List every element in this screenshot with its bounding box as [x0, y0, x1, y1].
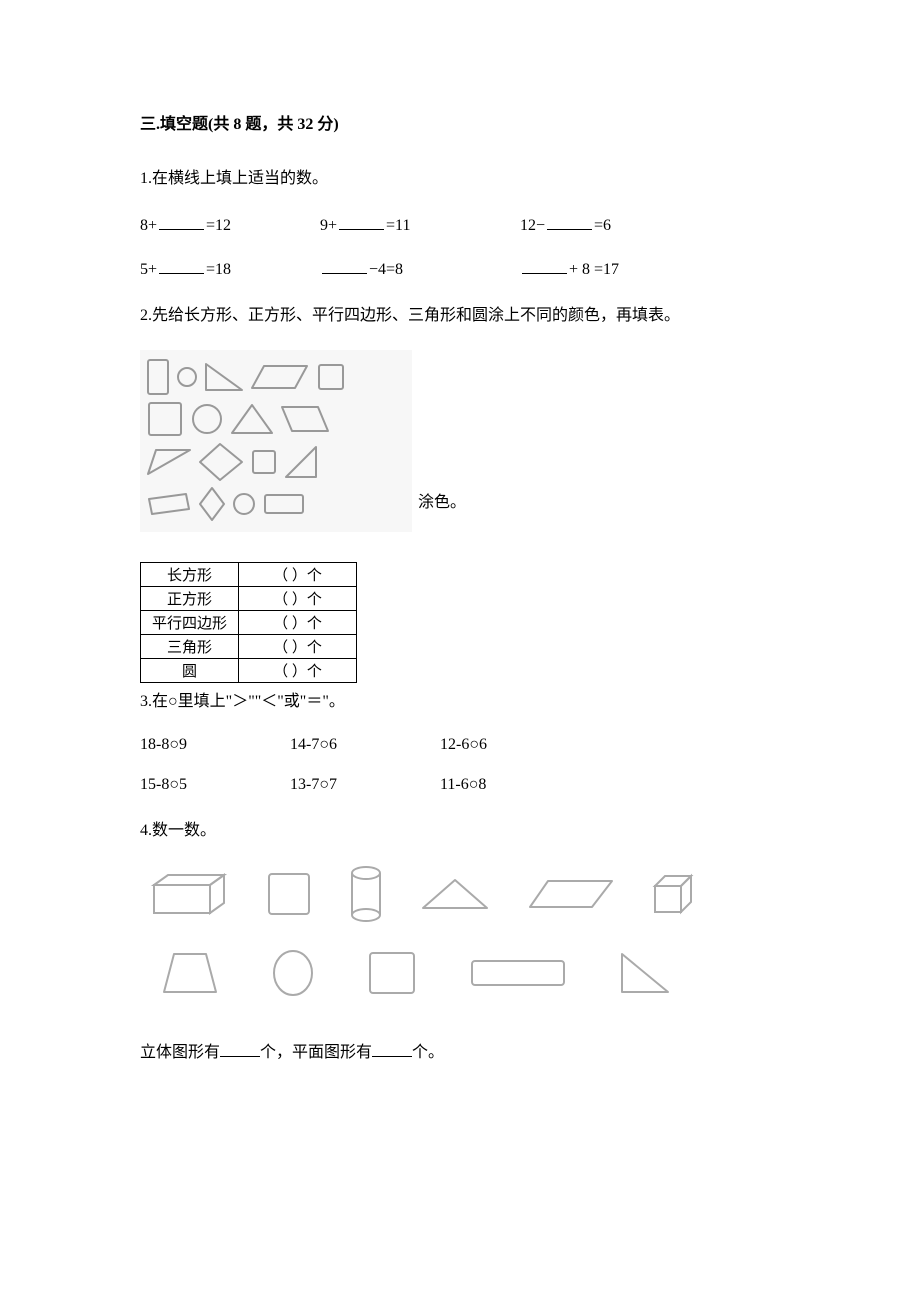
circle-icon	[270, 948, 316, 998]
q4-sentence: 立体图形有个，平面图形有个。	[140, 1038, 790, 1062]
rectangle-icon	[468, 957, 568, 989]
q2-table-blank-5[interactable]: （ ）个	[239, 659, 357, 683]
q4-shapes	[140, 865, 790, 998]
q4-prompt: 4.数一数。	[140, 816, 790, 840]
q2-table-blank-2[interactable]: （ ）个	[239, 587, 357, 611]
table-row: 正方形（ ）个	[141, 587, 357, 611]
q1-prompt: 1.在横线上填上适当的数。	[140, 164, 790, 188]
rectangle-icon	[146, 491, 192, 517]
q3-prompt: 3.在○里填上"＞""＜"或"＝"。	[140, 687, 790, 711]
q3-row-1: 18-8○9 14-7○6 12-6○6	[140, 736, 790, 754]
parallelogram-icon	[250, 363, 310, 391]
q1-blank-6[interactable]	[522, 257, 567, 274]
q2-table-blank-4[interactable]: （ ）个	[239, 635, 357, 659]
table-row: 长方形（ ）个	[141, 563, 357, 587]
q1-item-3: 12− =6	[520, 213, 611, 235]
triangle-icon	[204, 362, 244, 392]
section-number: 三	[140, 116, 156, 133]
q2-table-blank-1[interactable]: （ ）个	[239, 563, 357, 587]
q1-item-6: + 8 =17	[520, 257, 619, 279]
square-icon	[316, 362, 346, 392]
parallelogram-icon	[280, 404, 330, 434]
q2-color-label: 涂色。	[418, 488, 466, 512]
q1-item-4: 5+ =18	[140, 257, 320, 279]
square-icon	[250, 448, 278, 476]
q3-item-4[interactable]: 15-8○5	[140, 776, 290, 794]
circle-icon	[176, 366, 198, 388]
section-title: 填空题	[160, 116, 208, 133]
cylinder-icon	[348, 865, 384, 923]
triangle-icon	[284, 445, 318, 479]
triangle-icon	[419, 876, 491, 912]
q2-shapes-box	[140, 350, 412, 532]
q1-blank-2[interactable]	[339, 213, 384, 230]
triangle-icon	[146, 447, 192, 477]
rectangle-icon	[146, 358, 170, 396]
cuboid-icon	[150, 871, 230, 917]
q1-row-2: 5+ =18 −4=8 + 8 =17	[140, 257, 790, 279]
rectangle-icon	[262, 492, 306, 516]
q1-row-1: 8+ =12 9+ =11 12− =6	[140, 213, 790, 235]
square-icon	[366, 949, 418, 997]
parallelogram-icon	[198, 442, 244, 482]
trapezoid-icon	[160, 950, 220, 996]
parallelogram-icon	[198, 486, 226, 522]
q2-table-blank-3[interactable]: （ ）个	[239, 611, 357, 635]
square-icon	[265, 870, 313, 918]
table-row: 三角形（ ）个	[141, 635, 357, 659]
q1-blank-4[interactable]	[159, 257, 204, 274]
q2-table: 长方形（ ）个 正方形（ ）个 平行四边形（ ）个 三角形（ ）个 圆（ ）个	[140, 562, 357, 683]
q1-item-2: 9+ =11	[320, 213, 520, 235]
section-count: 共 8 题，共 32 分	[213, 116, 333, 133]
q1-item-5: −4=8	[320, 257, 520, 279]
circle-icon	[190, 402, 224, 436]
q1-blank-3[interactable]	[547, 213, 592, 230]
q1-blank-1[interactable]	[159, 213, 204, 230]
table-row: 圆（ ）个	[141, 659, 357, 683]
q1-blank-5[interactable]	[322, 257, 367, 274]
q3-item-1[interactable]: 18-8○9	[140, 736, 290, 754]
q3-item-6[interactable]: 11-6○8	[440, 776, 590, 794]
q1-item-1: 8+ =12	[140, 213, 320, 235]
section-header: 三.填空题(共 8 题，共 32 分)	[140, 110, 790, 134]
cube-icon	[651, 872, 695, 916]
q3-row-2: 15-8○5 13-7○7 11-6○8	[140, 776, 790, 794]
table-row: 平行四边形（ ）个	[141, 611, 357, 635]
circle-icon	[232, 492, 256, 516]
parallelogram-icon	[526, 876, 616, 912]
q3-item-5[interactable]: 13-7○7	[290, 776, 440, 794]
square-icon	[146, 400, 184, 438]
q2-prompt: 2.先给长方形、正方形、平行四边形、三角形和圆涂上不同的颜色，再填表。	[140, 301, 790, 325]
triangle-icon	[618, 950, 672, 996]
q3-item-2[interactable]: 14-7○6	[290, 736, 440, 754]
triangle-icon	[230, 402, 274, 436]
q4-blank-2[interactable]	[372, 1056, 412, 1057]
q4-blank-1[interactable]	[220, 1056, 260, 1057]
q3-item-3[interactable]: 12-6○6	[440, 736, 590, 754]
